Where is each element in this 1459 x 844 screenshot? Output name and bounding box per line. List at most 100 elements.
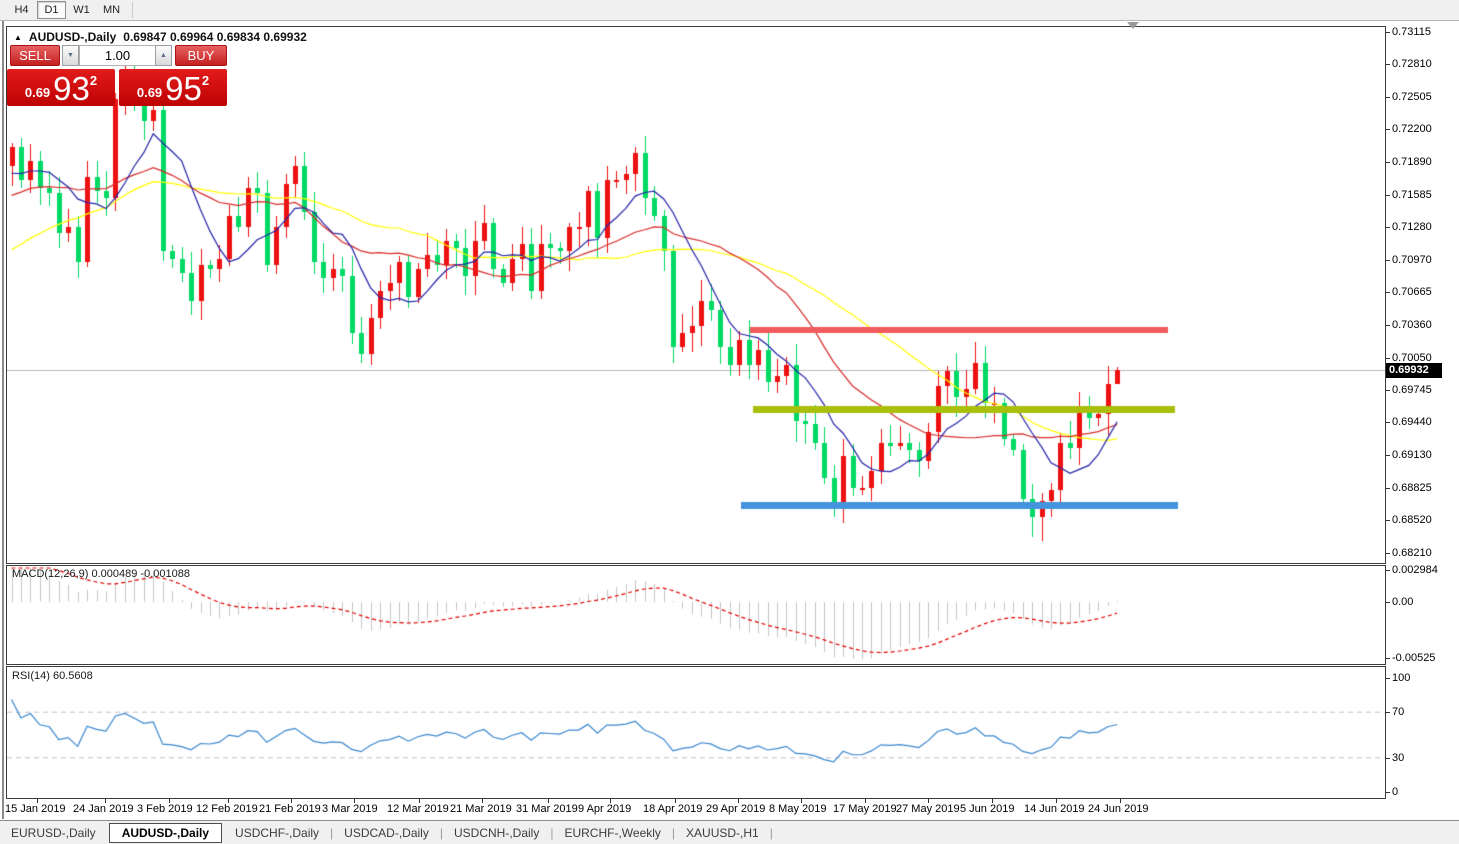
- tab-separator: |: [769, 825, 773, 840]
- rsi-axis-label-tick: [1386, 792, 1390, 793]
- timeframe-mn-button[interactable]: MN: [97, 1, 126, 19]
- rsi-canvas: [7, 667, 1385, 798]
- buy-price-prefix: 0.69: [136, 85, 163, 100]
- sell-price-sup: 2: [89, 73, 98, 88]
- price-axis-label: 0.70665: [1392, 286, 1432, 298]
- price-axis-label-tick: [1386, 358, 1390, 359]
- macd-canvas: [7, 566, 1385, 663]
- volume-increase-button[interactable]: ▲: [155, 45, 172, 66]
- price-axis-label-tick: [1386, 292, 1390, 293]
- buy-price-box[interactable]: 0.69 95 2: [119, 69, 227, 106]
- date-axis-label: 21 Mar 2019: [450, 803, 512, 815]
- price-axis-label: 0.71890: [1392, 156, 1432, 168]
- price-axis-label-tick: [1386, 32, 1390, 33]
- timeframe-d1-button[interactable]: D1: [37, 1, 66, 19]
- rsi-axis-label-tick: [1386, 758, 1390, 759]
- date-axis-label: 12 Feb 2019: [196, 803, 258, 815]
- macd-label: MACD(12,26,9) 0.000489 -0.001088: [12, 568, 190, 580]
- date-axis-label: 24 Jan 2019: [73, 803, 134, 815]
- price-axis-label: 0.68825: [1392, 482, 1432, 494]
- price-axis-label: 0.72200: [1392, 123, 1432, 135]
- date-axis-label: 21 Feb 2019: [259, 803, 321, 815]
- price-axis-label: 0.70360: [1392, 319, 1432, 331]
- price-axis-label-tick: [1386, 195, 1390, 196]
- buy-button[interactable]: BUY: [175, 45, 227, 66]
- ohlc-values: 0.69847 0.69964 0.69834 0.69932: [123, 30, 307, 44]
- price-axis-label: 0.73115: [1392, 26, 1431, 38]
- macd-axis-label: 0.00: [1392, 596, 1414, 608]
- price-axis-label-tick: [1386, 390, 1390, 391]
- symbol-period-label: AUDUSD-,Daily: [28, 30, 117, 44]
- price-axis-label-tick: [1386, 455, 1390, 456]
- date-axis-label: 3 Feb 2019: [137, 803, 193, 815]
- rsi-axis-label: 100: [1392, 672, 1411, 684]
- price-axis-label: 0.68210: [1392, 547, 1432, 559]
- collapse-one-click-icon[interactable]: ▲: [14, 33, 22, 42]
- price-axis-label-tick: [1386, 162, 1390, 163]
- rsi-axis-label-tick: [1386, 712, 1390, 713]
- date-axis-label: 12 Mar 2019: [387, 803, 449, 815]
- date-axis-label: 8 May 2019: [769, 803, 827, 815]
- date-axis-label: 31 Mar 2019: [516, 803, 578, 815]
- price-axis-label-tick: [1386, 325, 1390, 326]
- chevron-down-icon: ▼: [67, 52, 74, 59]
- macd-axis-label: -0.00525: [1392, 652, 1436, 664]
- date-axis-label: 5 Jun 2019: [960, 803, 1015, 815]
- date-axis-label: 9 Apr 2019: [578, 803, 632, 815]
- tab-eurchf-weekly[interactable]: EURCHF-,Weekly: [553, 824, 671, 842]
- macd-axis-label-tick: [1386, 658, 1390, 659]
- sell-price-big: 93: [53, 70, 90, 107]
- price-axis-label: 0.71280: [1392, 221, 1432, 233]
- date-axis-label: 14 Jun 2019: [1024, 803, 1085, 815]
- price-axis-label-tick: [1386, 422, 1390, 423]
- price-axis-label: 0.71585: [1392, 189, 1432, 201]
- price-axis-label-tick: [1386, 64, 1390, 65]
- price-axis-label: 0.69130: [1392, 449, 1432, 461]
- date-axis-label: 24 Jun 2019: [1088, 803, 1149, 815]
- date-axis-label: 3 Mar 2019: [322, 803, 378, 815]
- price-axis-label-tick: [1386, 520, 1390, 521]
- price-axis-label-tick: [1386, 227, 1390, 228]
- chart-shift-marker[interactable]: [1127, 22, 1139, 29]
- chart-tab-bar: EURUSD-,Daily AUDUSD-,Daily USDCHF-,Dail…: [0, 820, 1459, 844]
- macd-axis-label: 0.002984: [1392, 564, 1438, 576]
- tab-usdcad-daily[interactable]: USDCAD-,Daily: [333, 824, 440, 842]
- price-axis-label: 0.72505: [1392, 91, 1432, 103]
- rsi-axis-label-tick: [1386, 678, 1390, 679]
- price-axis-label: 0.68520: [1392, 514, 1432, 526]
- rsi-axis-label: 0: [1392, 786, 1399, 798]
- sell-price-prefix: 0.69: [24, 85, 51, 100]
- date-axis-label: 17 May 2019: [833, 803, 897, 815]
- timeframe-w1-button[interactable]: W1: [67, 1, 96, 19]
- tab-eurusd-daily[interactable]: EURUSD-,Daily: [0, 824, 107, 842]
- tab-xauusd-h1[interactable]: XAUUSD-,H1: [675, 824, 770, 842]
- one-click-trading-panel: SELL ▼ 1.00 ▲ BUY 0.69 93 2 0.69 95 2: [7, 45, 228, 107]
- chevron-up-icon: ▲: [160, 52, 167, 59]
- buy-price-sup: 2: [201, 73, 210, 88]
- price-axis-label: 0.72810: [1392, 58, 1432, 70]
- macd-axis-label-tick: [1386, 570, 1390, 571]
- timeframe-h4-button[interactable]: H4: [7, 1, 36, 19]
- macd-axis-label-tick: [1386, 602, 1390, 603]
- rsi-axis-label: 30: [1392, 752, 1405, 764]
- tab-usdcnh-daily[interactable]: USDCNH-,Daily: [443, 824, 550, 842]
- buy-price-big: 95: [165, 70, 202, 107]
- volume-decrease-button[interactable]: ▼: [62, 45, 79, 66]
- sell-price-box[interactable]: 0.69 93 2: [7, 69, 115, 106]
- price-axis-label-tick: [1386, 260, 1390, 261]
- window-left-frame: [2, 21, 4, 819]
- date-axis-label: 29 Apr 2019: [706, 803, 766, 815]
- price-axis-label-tick: [1386, 129, 1390, 130]
- tab-usdchf-daily[interactable]: USDCHF-,Daily: [224, 824, 330, 842]
- price-axis-label-tick: [1386, 97, 1390, 98]
- rsi-axis-label: 70: [1392, 706, 1405, 718]
- price-axis-label: 0.69440: [1392, 416, 1432, 428]
- timeframe-toolbar: H4 D1 W1 MN: [0, 0, 1459, 21]
- volume-input[interactable]: 1.00: [79, 45, 156, 66]
- sell-button[interactable]: SELL: [10, 45, 60, 66]
- price-chart-canvas[interactable]: [7, 27, 1385, 563]
- current-price-tag: 0.69932: [1386, 363, 1442, 378]
- tab-audusd-daily[interactable]: AUDUSD-,Daily: [108, 822, 223, 843]
- date-axis-label: 18 Apr 2019: [643, 803, 703, 815]
- price-axis-label-tick: [1386, 488, 1390, 489]
